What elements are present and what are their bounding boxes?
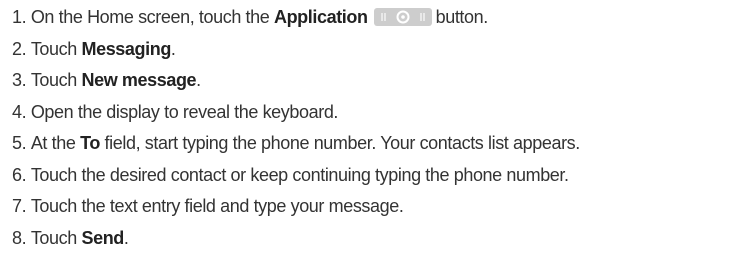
step-emphasis: To	[80, 133, 100, 153]
step-number: 6.	[12, 164, 27, 185]
step-text: Touch Messaging.	[31, 38, 176, 60]
step-text: On the Home screen, touch the Applicatio…	[31, 6, 488, 28]
step-text-pre: Touch	[30, 38, 77, 59]
step-text-post: .	[170, 38, 176, 59]
step-7: 7. Touch the text entry field and type y…	[12, 195, 736, 227]
step-text: Touch the desired contact or keep contin…	[30, 164, 569, 185]
step-emphasis: Send	[81, 227, 124, 248]
step-text: Touch the text entry field and type your…	[30, 196, 404, 216]
step-emphasis: Messaging	[81, 38, 171, 59]
step-text: Touch Send.	[31, 227, 129, 249]
step-text-post: button.	[435, 7, 489, 27]
step-number: 1.	[12, 7, 27, 27]
step-1: 1. On the Home screen, touch the Applica…	[12, 6, 736, 38]
step-text-pre: Touch	[30, 227, 77, 248]
step-number: 7.	[12, 196, 27, 216]
step-text: At the To field, start typing the phone …	[31, 132, 580, 154]
step-text-pre: At the	[30, 133, 76, 153]
step-text: Touch New message.	[31, 69, 201, 91]
step-8: 8. Touch Send.	[12, 227, 736, 259]
step-text-post: .	[196, 70, 201, 90]
step-4: 4. Open the display to reveal the keyboa…	[12, 101, 736, 133]
step-number: 3.	[12, 70, 27, 90]
step-5: 5. At the To field, start typing the pho…	[12, 132, 736, 164]
step-number: 4.	[12, 101, 27, 122]
step-number: 5.	[12, 133, 27, 153]
step-number: 2.	[12, 38, 27, 59]
step-3: 3. Touch New message.	[12, 69, 736, 101]
step-text-pre: On the Home screen, touch the	[30, 7, 270, 27]
application-button-icon	[373, 7, 432, 27]
step-text: Open the display to reveal the keyboard.	[30, 101, 339, 122]
step-text-pre: Touch	[30, 70, 77, 90]
instruction-list: 1. On the Home screen, touch the Applica…	[12, 6, 736, 258]
step-text-post: field, start typing the phone number. Yo…	[104, 133, 581, 153]
step-emphasis: New message	[81, 70, 197, 90]
step-6: 6. Touch the desired contact or keep con…	[12, 164, 736, 196]
step-2: 2. Touch Messaging.	[12, 38, 736, 70]
step-emphasis: Application	[273, 7, 368, 27]
step-number: 8.	[12, 227, 27, 248]
step-text-post: .	[123, 227, 129, 248]
